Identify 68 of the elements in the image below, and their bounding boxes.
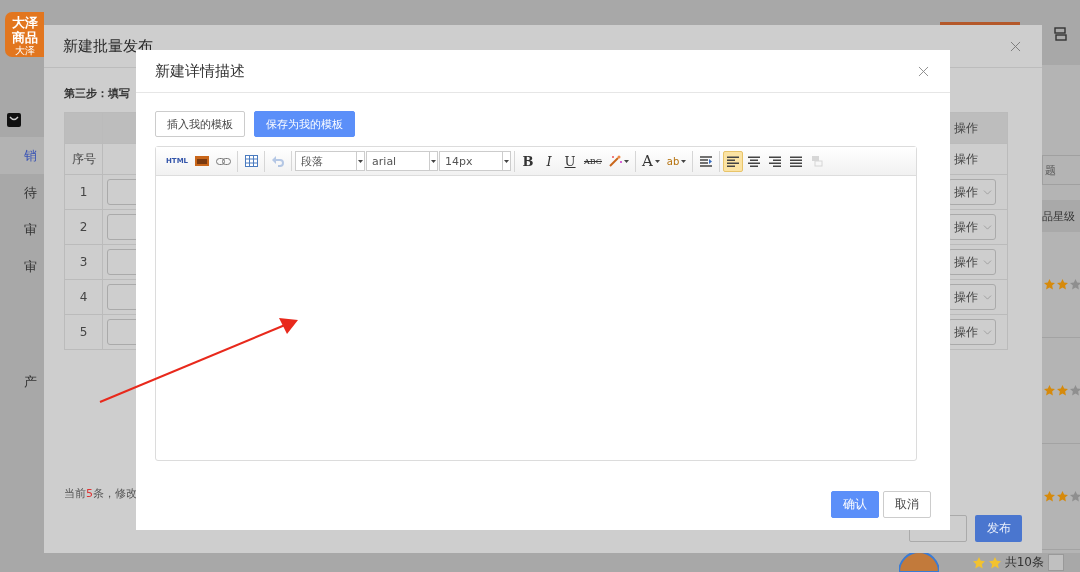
sidebar-item[interactable]: 待 [0,174,44,211]
align-icon [769,155,782,167]
caret-icon [504,159,510,163]
action-dropdown[interactable]: 操作 [948,284,996,310]
star-icon [972,556,985,569]
highlight-button[interactable]: ab [663,150,690,172]
template-button[interactable]: 插入我的模板 [155,111,245,137]
align-icon [727,155,740,167]
link-icon [216,157,232,165]
star-icon [1044,385,1055,396]
dropdown-select[interactable]: arial [366,151,439,171]
caret-icon [681,159,687,163]
publish-button[interactable]: 发布 [975,515,1022,542]
eraser-icon [811,155,824,167]
action-dropdown[interactable]: 操作 [948,214,996,240]
indent-icon [700,155,713,167]
align-icon [748,155,761,167]
table-cell: 3 [65,245,103,280]
underline-button[interactable]: U [560,150,581,172]
undo-icon [272,155,285,167]
star-icon [1057,491,1068,502]
star-icon [1070,385,1080,396]
caret-icon [358,159,364,163]
star-icon [1070,279,1080,290]
table-cell: 5 [65,315,103,350]
action-dropdown[interactable]: 操作 [948,319,996,345]
summary-text: 当前5条，修改 [64,486,137,501]
table-header: 序号 [65,144,103,175]
logo-caption: 大泽 [14,45,35,56]
sidebar-item[interactable]: 审 [0,248,44,285]
page-field[interactable] [1048,554,1064,571]
avatar [898,553,939,572]
star-icon [1057,279,1068,290]
align-button[interactable] [723,150,744,172]
magic-wand-icon [609,155,622,167]
grid-icon[interactable] [1054,27,1067,41]
image-icon [195,156,210,166]
column-header: 品星级 [1042,200,1080,232]
star-icon [988,556,1001,569]
table-cell: 2 [65,210,103,245]
table-cell: 1 [65,175,103,210]
sidebar-item[interactable]: 产 [0,363,44,400]
caret-icon [624,159,629,163]
table-icon [244,155,258,167]
total-count: 共10条 [1004,554,1044,571]
star-icon [1044,279,1055,290]
bold-button[interactable]: B [518,150,539,172]
star-icon [1070,491,1080,502]
strikethrough-button[interactable]: ABC [581,150,605,172]
sidebar-item[interactable]: 审 [0,211,44,248]
bag-icon [7,113,21,127]
dropdown-select[interactable]: 14px [439,151,512,171]
font-color-button[interactable]: A [639,150,663,172]
cancel-button[interactable]: 取消 [883,491,931,518]
caret-icon [431,159,437,163]
dropdown-select[interactable]: 段落 [295,151,366,171]
table-cell: 4 [65,280,103,315]
logo-text: 商品 [11,30,38,45]
step-label: 第三步：填写 [64,86,130,101]
italic-button[interactable]: I [539,150,560,172]
caret-icon [654,159,660,163]
align-icon [790,155,803,167]
action-dropdown[interactable]: 操作 [948,249,996,275]
dialog-title: 新建详情描述 [155,61,245,81]
action-dropdown[interactable]: 操作 [948,179,996,205]
star-icon [1044,491,1055,502]
logo-text: 大泽 [11,15,38,30]
star-icon [1057,385,1068,396]
